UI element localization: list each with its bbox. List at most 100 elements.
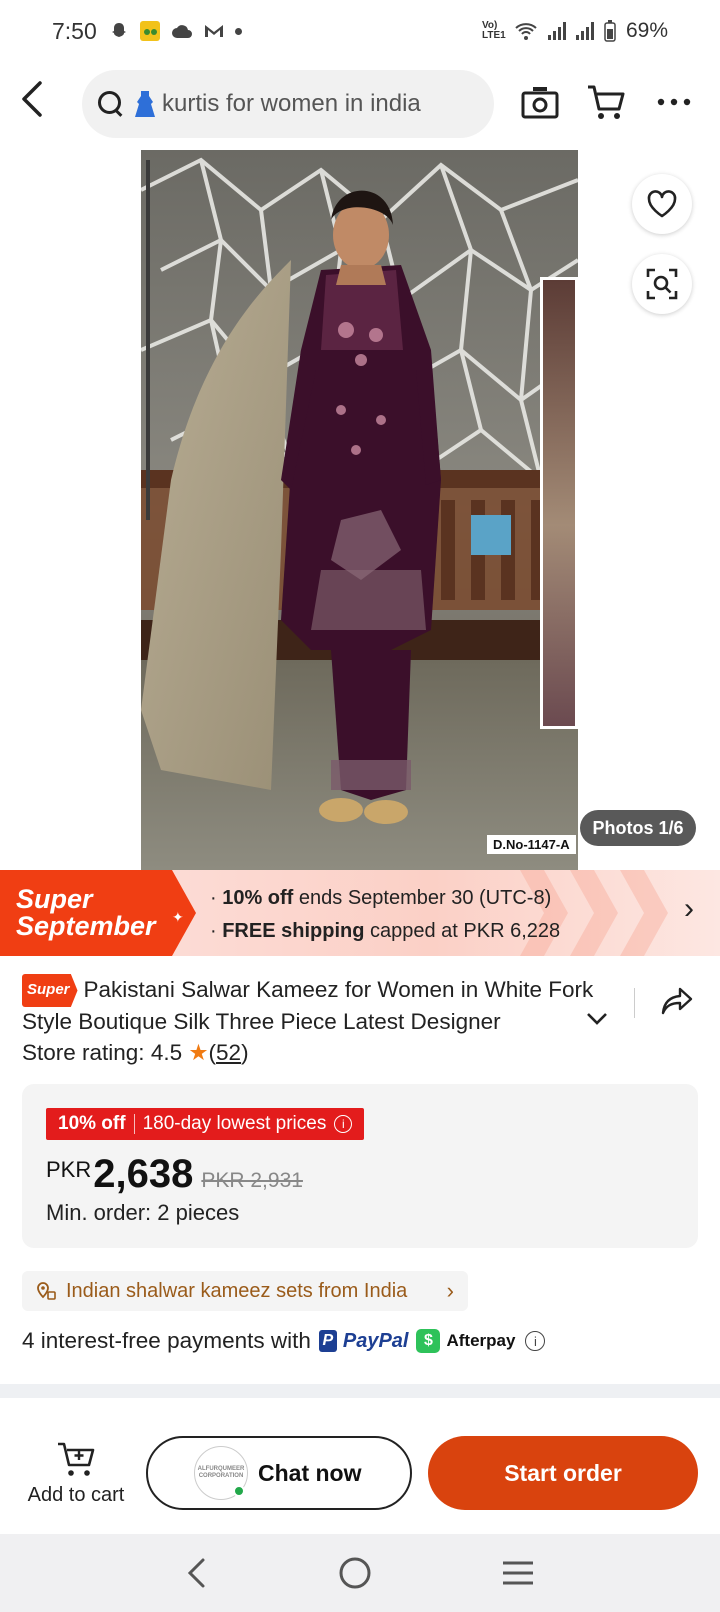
status-time: 7:50 (52, 17, 97, 44)
snapchat-icon (111, 23, 126, 37)
signal-icon-2 (575, 22, 594, 40)
status-notification-icons (109, 20, 242, 42)
promo-line-1-rest: ends September 30 (UTC-8) (298, 887, 552, 909)
origin-label: Indian shalwar kameez sets from India (66, 1279, 408, 1302)
nav-home-icon[interactable] (338, 1556, 372, 1590)
bottom-action-bar: Add to cart ALFURQUMEER CORPORATION Chat… (0, 1398, 720, 1534)
chat-now-button[interactable]: ALFURQUMEER CORPORATION Chat now (146, 1436, 412, 1510)
dress-icon (135, 91, 155, 117)
next-photo-thumbnail[interactable] (540, 277, 578, 729)
price-row: PKR 2,638 PKR 2,931 (46, 1152, 303, 1197)
volte-label: Vo) LTE1 (481, 20, 506, 41)
start-order-button[interactable]: Start order (428, 1436, 698, 1510)
star-icon: ★ (188, 1040, 209, 1065)
signal-icon-1 (547, 22, 566, 40)
info-icon[interactable]: i (525, 1331, 546, 1351)
cart-header-button[interactable] (584, 80, 628, 124)
status-bar: 7:50 Vo) LTE1 69% (0, 0, 720, 62)
promo-line-1: · 10% off ends September 30 (UTC-8) (210, 887, 552, 909)
search-bar[interactable]: kurtis for women in india (82, 70, 494, 138)
app-icon (139, 21, 160, 41)
current-price: 2,638 (93, 1152, 194, 1196)
sparkle-icon: ✦ (172, 909, 184, 925)
section-divider (0, 1384, 720, 1398)
promo-title-line1: Super (16, 884, 93, 914)
product-title: Super Pakistani Salwar Kameez for Women i… (22, 974, 622, 1037)
expand-title-button[interactable] (586, 1006, 608, 1032)
more-options-button[interactable] (652, 80, 696, 124)
battery-icon (604, 20, 616, 42)
discount-note: 180-day lowest prices (142, 1113, 327, 1134)
price-currency: PKR (46, 1157, 92, 1182)
favorite-button[interactable] (632, 174, 692, 234)
search-icon (96, 89, 126, 119)
afterpay-label: Afterpay (446, 1331, 516, 1350)
heart-icon (647, 190, 677, 218)
add-to-cart-label: Add to cart (27, 1484, 125, 1506)
paypal-icon: P (318, 1330, 337, 1352)
original-price: PKR 2,931 (201, 1169, 303, 1192)
design-number-tag: D.No-1147-A (487, 835, 576, 854)
camera-search-button[interactable] (518, 80, 562, 124)
share-icon (661, 987, 693, 1015)
paypal-label: PayPal (342, 1329, 409, 1352)
shopping-cart-icon (588, 85, 625, 119)
promo-title: Super September ✦ (0, 870, 196, 956)
promo-line-2: · FREE shipping capped at PKR 6,228 (210, 920, 561, 942)
chevron-down-icon (587, 1013, 607, 1025)
status-system-icons: Vo) LTE1 69% (482, 19, 668, 43)
promo-title-line2: September (16, 911, 156, 941)
nav-recents-icon[interactable] (501, 1560, 535, 1586)
gmail-icon (204, 25, 223, 37)
rating-count[interactable]: 52 (216, 1040, 241, 1065)
camera-icon (521, 87, 559, 119)
location-tag-icon (37, 1282, 56, 1300)
back-button[interactable] (18, 79, 58, 129)
origin-link[interactable]: Indian shalwar kameez sets from India › (22, 1271, 468, 1311)
seller-logo-text: ALFURQUMEER CORPORATION (197, 1466, 245, 1479)
promo-details: · 10% off ends September 30 (UTC-8) · FR… (210, 882, 560, 948)
promo-line-2-rest: capped at PKR 6,228 (370, 920, 561, 942)
system-nav-bar (0, 1534, 720, 1612)
divider (634, 988, 635, 1018)
back-arrow-icon (22, 81, 42, 117)
share-button[interactable] (660, 986, 694, 1021)
store-rating-label: Store rating: 4.5 (22, 1040, 183, 1065)
more-dots-icon (657, 98, 691, 106)
chevron-right-icon: › (684, 892, 694, 925)
price-card: 10% off 180-day lowest prices i PKR 2,63… (22, 1084, 698, 1248)
wifi-icon (515, 23, 537, 40)
divider (133, 1114, 135, 1134)
search-header: kurtis for women in india (0, 66, 720, 142)
more-notifications-dot (234, 27, 242, 35)
nav-back-icon[interactable] (185, 1557, 209, 1589)
promo-line-2-bold: FREE shipping (222, 920, 365, 942)
discount-badge[interactable]: 10% off 180-day lowest prices i (46, 1108, 365, 1140)
visual-search-button[interactable] (632, 254, 692, 314)
product-title-text: Pakistani Salwar Kameez for Women in Whi… (22, 977, 594, 1034)
min-order: Min. order: 2 pieces (46, 1200, 240, 1225)
photos-counter[interactable]: Photos 1/6 (580, 810, 696, 846)
chat-now-label: Chat now (258, 1459, 362, 1486)
cloud-icon (171, 25, 192, 38)
promo-line-1-bold: 10% off (222, 887, 294, 909)
afterpay-logo: $ Afterpay (416, 1329, 515, 1353)
online-status-dot (233, 1485, 245, 1497)
promo-banner[interactable]: Super September ✦ · 10% off ends Septemb… (0, 870, 720, 956)
seller-avatar: ALFURQUMEER CORPORATION (194, 1446, 248, 1500)
product-photo (141, 150, 578, 870)
payment-text: 4 interest-free payments with (22, 1328, 311, 1353)
discount-percent: 10% off (58, 1113, 126, 1134)
chevron-right-icon: › (446, 1278, 454, 1303)
product-image[interactable] (141, 150, 578, 870)
payment-options[interactable]: 4 interest-free payments with P PayPal $ A… (22, 1328, 546, 1354)
paypal-logo: P PayPal (318, 1329, 409, 1353)
afterpay-icon: $ (416, 1329, 441, 1353)
battery-percent: 69% (625, 19, 668, 42)
search-query: kurtis for women in india (162, 90, 421, 117)
add-to-cart-button[interactable]: Add to cart (20, 1440, 132, 1507)
info-icon: i (334, 1115, 353, 1133)
store-rating[interactable]: Store rating: 4.5 ★(52) (22, 1040, 249, 1066)
super-badge: Super (22, 974, 78, 1007)
add-cart-icon (58, 1442, 95, 1476)
